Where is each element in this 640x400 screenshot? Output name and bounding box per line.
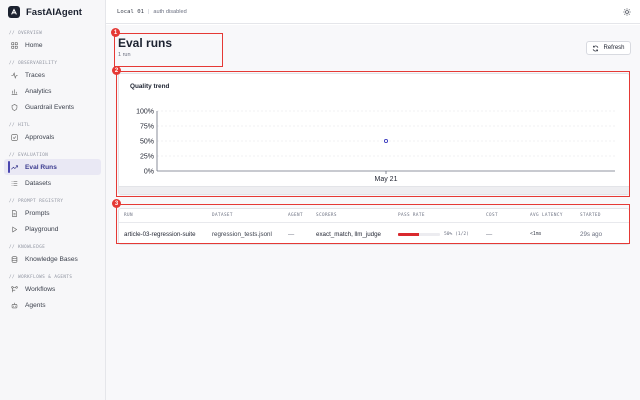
theme-toggle-sun-icon[interactable]	[623, 8, 631, 16]
annotation-box-3	[116, 204, 630, 244]
bar-chart-icon	[10, 87, 18, 95]
sidebar-item-guardrail-events[interactable]: Guardrail Events	[4, 99, 101, 115]
shield-icon	[10, 103, 18, 111]
sidebar-section-label: // PROMPT REGISTRY	[9, 198, 64, 203]
sidebar-section-label: // OBSERVABILITY	[9, 60, 58, 65]
sidebar-section-label: // HITL	[9, 122, 31, 127]
workflow-icon	[10, 285, 18, 293]
separator: |	[147, 8, 150, 15]
sidebar-item-workflows[interactable]: Workflows	[4, 281, 101, 297]
grid-icon	[10, 41, 18, 49]
annotation-marker-1: 1	[111, 28, 120, 37]
sidebar-item-traces[interactable]: Traces	[4, 67, 101, 83]
sidebar-item-approvals[interactable]: Approvals	[4, 129, 101, 145]
app-logo-icon	[8, 6, 20, 18]
sidebar-item-label: Playground	[25, 225, 59, 233]
sidebar-item-knowledge-bases[interactable]: Knowledge Bases	[4, 251, 101, 267]
sidebar-item-datasets[interactable]: Datasets	[4, 175, 101, 191]
sidebar-item-label: Knowledge Bases	[25, 255, 78, 263]
refresh-icon	[593, 45, 599, 51]
annotation-marker-2: 2	[112, 66, 121, 75]
sidebar-item-agents[interactable]: Agents	[4, 297, 101, 313]
sidebar-item-label: Guardrail Events	[25, 103, 75, 111]
sidebar-section-label: // EVALUATION	[9, 152, 49, 157]
sidebar-item-label: Eval Runs	[25, 163, 57, 171]
sidebar-nav: // OVERVIEW Home // OBSERVABILITY Traces Ana…	[0, 29, 105, 313]
auth-status: auth disabled	[153, 8, 187, 15]
sidebar-item-analytics[interactable]: Analytics	[4, 83, 101, 99]
sidebar-item-label: Traces	[25, 71, 45, 79]
sidebar-item-home[interactable]: Home	[4, 37, 101, 53]
play-icon	[10, 225, 18, 233]
sidebar-item-label: Home	[25, 41, 43, 49]
activity-icon	[10, 71, 18, 79]
check-square-icon	[10, 133, 18, 141]
sidebar-section-label: // WORKFLOWS & AGENTS	[9, 274, 73, 279]
sidebar-item-label: Analytics	[25, 87, 52, 95]
bot-icon	[10, 301, 18, 309]
environment-label[interactable]: Local 01	[117, 9, 144, 15]
sidebar-item-label: Workflows	[25, 285, 56, 293]
sidebar-item-label: Datasets	[25, 179, 52, 187]
trend-icon	[10, 163, 18, 171]
refresh-label: Refresh	[603, 45, 625, 51]
refresh-button[interactable]: Refresh	[586, 41, 631, 55]
annotation-box-2	[116, 71, 630, 197]
brand[interactable]: FastAIAgent	[0, 0, 105, 24]
sidebar-item-playground[interactable]: Playground	[4, 221, 101, 237]
sidebar-item-eval-runs[interactable]: Eval Runs	[4, 159, 101, 175]
sidebar-section-label: // OVERVIEW	[9, 30, 43, 35]
annotation-box-1	[114, 33, 223, 67]
sidebar-item-label: Prompts	[25, 209, 50, 217]
topbar: Local 01 | auth disabled	[106, 0, 640, 24]
annotation-marker-3: 3	[112, 199, 121, 208]
list-icon	[10, 179, 18, 187]
sidebar-item-label: Agents	[25, 301, 46, 309]
file-icon	[10, 209, 18, 217]
sidebar-section-label: // KNOWLEDGE	[9, 244, 46, 249]
app-name: FastAIAgent	[26, 6, 82, 18]
sidebar-item-prompts[interactable]: Prompts	[4, 205, 101, 221]
sidebar: FastAIAgent // OVERVIEW Home // OBSERVABIL…	[0, 0, 106, 400]
sidebar-item-label: Approvals	[25, 133, 55, 141]
database-icon	[10, 255, 18, 263]
